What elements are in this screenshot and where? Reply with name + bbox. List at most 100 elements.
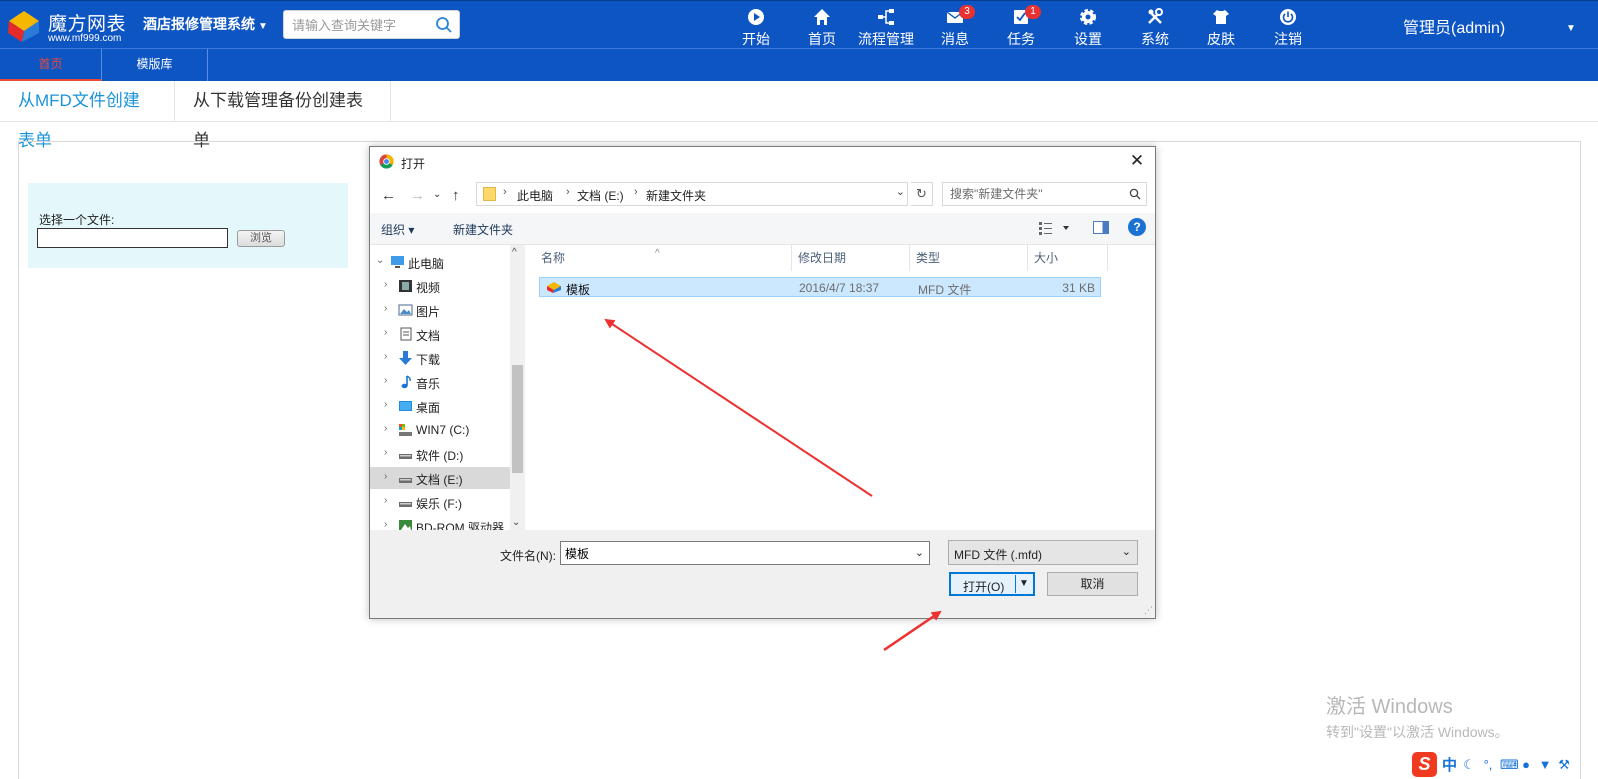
tab-home[interactable]: 首页 bbox=[0, 49, 102, 81]
chevron-right-icon[interactable]: › bbox=[384, 351, 387, 362]
subtab-from-backup[interactable]: 从下载管理备份创建表单 bbox=[175, 81, 391, 150]
chevron-right-icon[interactable]: › bbox=[384, 495, 387, 506]
dialog-titlebar[interactable]: 打开 ✕ bbox=[370, 147, 1155, 177]
breadcrumb-separator-icon[interactable]: › bbox=[566, 186, 570, 198]
forward-arrow-icon[interactable]: → bbox=[410, 187, 425, 204]
open-options-dropdown-icon[interactable]: ▼ bbox=[1015, 575, 1032, 593]
brand-logo[interactable]: 魔方网表 www.mf999.com bbox=[4, 5, 134, 45]
new-folder-button[interactable]: 新建文件夹 bbox=[453, 221, 513, 238]
tree-item-this-pc[interactable]: ⌄ 此电脑 bbox=[370, 251, 510, 273]
tree-item-pictures[interactable]: › 图片 bbox=[370, 299, 510, 321]
tree-item-drive-d[interactable]: › 软件 (D:) bbox=[370, 443, 510, 465]
user-menu[interactable]: 管理员(admin) bbox=[1403, 14, 1505, 38]
nav-logout[interactable]: 注销 bbox=[1258, 6, 1318, 48]
tree-item-drive-c[interactable]: › WIN7 (C:) bbox=[370, 419, 510, 441]
chevron-right-icon[interactable]: › bbox=[384, 519, 387, 530]
drive-icon bbox=[399, 502, 412, 507]
scrollbar-thumb[interactable] bbox=[512, 365, 523, 473]
refresh-icon[interactable]: ↻ bbox=[911, 182, 933, 206]
file-path-input[interactable] bbox=[37, 228, 228, 248]
tree-item-bd-rom[interactable]: › BD-ROM 驱动器 bbox=[370, 515, 510, 530]
expanded-chevron-icon[interactable]: ⌄ bbox=[376, 255, 384, 266]
wrench-icon[interactable]: ⚒ bbox=[1557, 757, 1571, 772]
close-icon[interactable]: ✕ bbox=[1127, 151, 1147, 171]
up-arrow-icon[interactable]: ↑ bbox=[452, 187, 460, 204]
keyboard-icon[interactable]: ⌨ bbox=[1500, 757, 1519, 772]
breadcrumb-this-pc[interactable]: 此电脑 bbox=[517, 187, 553, 204]
top-search-box[interactable] bbox=[283, 10, 460, 39]
breadcrumb-separator-icon[interactable]: › bbox=[503, 186, 507, 198]
nav-messages[interactable]: 3 消息 bbox=[925, 5, 985, 48]
open-button[interactable]: 打开(O) ▼ bbox=[949, 572, 1035, 596]
search-icon[interactable] bbox=[435, 16, 453, 34]
top-search-input[interactable] bbox=[292, 16, 432, 34]
tree-item-downloads[interactable]: › 下载 bbox=[370, 347, 510, 369]
tree-item-drive-f[interactable]: › 娱乐 (F:) bbox=[370, 491, 510, 513]
moon-icon[interactable]: ☾ bbox=[1462, 757, 1476, 772]
tshirt-icon bbox=[1213, 10, 1229, 24]
punctuation-icon[interactable]: °, bbox=[1481, 757, 1495, 772]
nav-settings[interactable]: 设置 bbox=[1058, 6, 1118, 48]
file-row[interactable]: 模板 2016/4/7 18:37 MFD 文件 31 KB bbox=[539, 277, 1101, 297]
cancel-button[interactable]: 取消 bbox=[1047, 572, 1138, 596]
chevron-down-icon[interactable]: ⌄ bbox=[896, 185, 905, 198]
resize-grip-icon[interactable]: ⋰ bbox=[1144, 605, 1153, 616]
filetype-select[interactable]: MFD 文件 (.mfd) ⌄ bbox=[948, 540, 1138, 565]
nav-system[interactable]: 系统 bbox=[1125, 6, 1185, 48]
scroll-down-icon[interactable]: ⌄ bbox=[512, 517, 520, 528]
column-name[interactable]: 名称 ^ bbox=[535, 245, 792, 271]
tree-item-drive-e[interactable]: › 文档 (E:) bbox=[370, 467, 510, 489]
chevron-right-icon[interactable]: › bbox=[384, 327, 387, 338]
column-date[interactable]: 修改日期 bbox=[792, 245, 910, 271]
nav-home[interactable]: 首页 bbox=[792, 6, 852, 48]
tree-item-documents[interactable]: › 文档 bbox=[370, 323, 510, 345]
logo-cube-icon bbox=[8, 11, 39, 42]
browse-button[interactable]: 浏览 bbox=[237, 230, 285, 247]
nav-skin[interactable]: 皮肤 bbox=[1191, 6, 1251, 48]
organize-menu[interactable]: 组织 ▾ bbox=[381, 221, 414, 238]
chevron-right-icon[interactable]: › bbox=[384, 423, 387, 434]
breadcrumb-drive-e[interactable]: 文档 (E:) bbox=[577, 187, 624, 204]
chevron-down-icon[interactable]: ▼ bbox=[1566, 23, 1576, 34]
chevron-right-icon[interactable]: › bbox=[384, 447, 387, 458]
filename-input[interactable] bbox=[565, 545, 885, 561]
chevron-down-icon[interactable]: ⌄ bbox=[915, 546, 924, 559]
column-type[interactable]: 类型 bbox=[910, 245, 1028, 271]
chevron-right-icon[interactable]: › bbox=[384, 303, 387, 314]
preview-pane-icon[interactable] bbox=[1093, 221, 1109, 234]
recent-locations-icon[interactable]: ⌄ bbox=[433, 189, 441, 200]
nav-tasks[interactable]: 1 任务 bbox=[991, 5, 1051, 48]
tshirt-icon[interactable]: ▼ bbox=[1538, 757, 1552, 772]
tree-item-videos[interactable]: › 视频 bbox=[370, 275, 510, 297]
help-icon[interactable]: ? bbox=[1128, 218, 1146, 236]
chevron-right-icon[interactable]: › bbox=[384, 279, 387, 290]
nav-workflow[interactable]: 流程管理 bbox=[850, 6, 922, 48]
address-bar[interactable]: › 此电脑 › 文档 (E:) › 新建文件夹 ⌄ bbox=[476, 182, 908, 206]
dialog-search-input[interactable] bbox=[950, 186, 1120, 202]
address-row: ← → ⌄ ↑ › 此电脑 › 文档 (E:) › 新建文件夹 ⌄ ↻ bbox=[370, 177, 1155, 213]
column-size[interactable]: 大小 bbox=[1028, 245, 1108, 271]
nav-start[interactable]: 开始 bbox=[726, 6, 786, 48]
breadcrumb-separator-icon[interactable]: › bbox=[634, 186, 638, 198]
dialog-toolbar: 组织 ▾ 新建文件夹 ? bbox=[370, 213, 1155, 245]
search-icon[interactable] bbox=[1129, 188, 1141, 200]
chevron-right-icon[interactable]: › bbox=[384, 375, 387, 386]
system-switcher[interactable]: 酒店报修管理系统 ▼ bbox=[143, 14, 268, 34]
user-icon[interactable]: ● bbox=[1519, 757, 1533, 772]
ime-mode-toggle[interactable]: 中 bbox=[1442, 754, 1457, 775]
tab-template-library[interactable]: 模版库 bbox=[102, 49, 208, 81]
subtab-from-mfd[interactable]: 从MFD文件创建表单 bbox=[0, 81, 175, 150]
view-options-icon[interactable] bbox=[1039, 220, 1071, 236]
filename-field[interactable]: ⌄ bbox=[560, 541, 930, 565]
sogou-logo-icon[interactable]: S bbox=[1412, 752, 1437, 777]
tree-scrollbar[interactable]: ^ ⌄ bbox=[510, 245, 525, 530]
dialog-search-box[interactable] bbox=[942, 182, 1147, 206]
breadcrumb-new-folder[interactable]: 新建文件夹 bbox=[646, 187, 706, 204]
back-arrow-icon[interactable]: ← bbox=[381, 187, 396, 204]
chevron-right-icon[interactable]: › bbox=[384, 399, 387, 410]
chevron-right-icon[interactable]: › bbox=[384, 471, 387, 482]
home-icon bbox=[814, 9, 830, 25]
scroll-up-icon[interactable]: ^ bbox=[512, 247, 517, 258]
tree-item-desktop[interactable]: › 桌面 bbox=[370, 395, 510, 417]
tree-item-music[interactable]: › 音乐 bbox=[370, 371, 510, 393]
